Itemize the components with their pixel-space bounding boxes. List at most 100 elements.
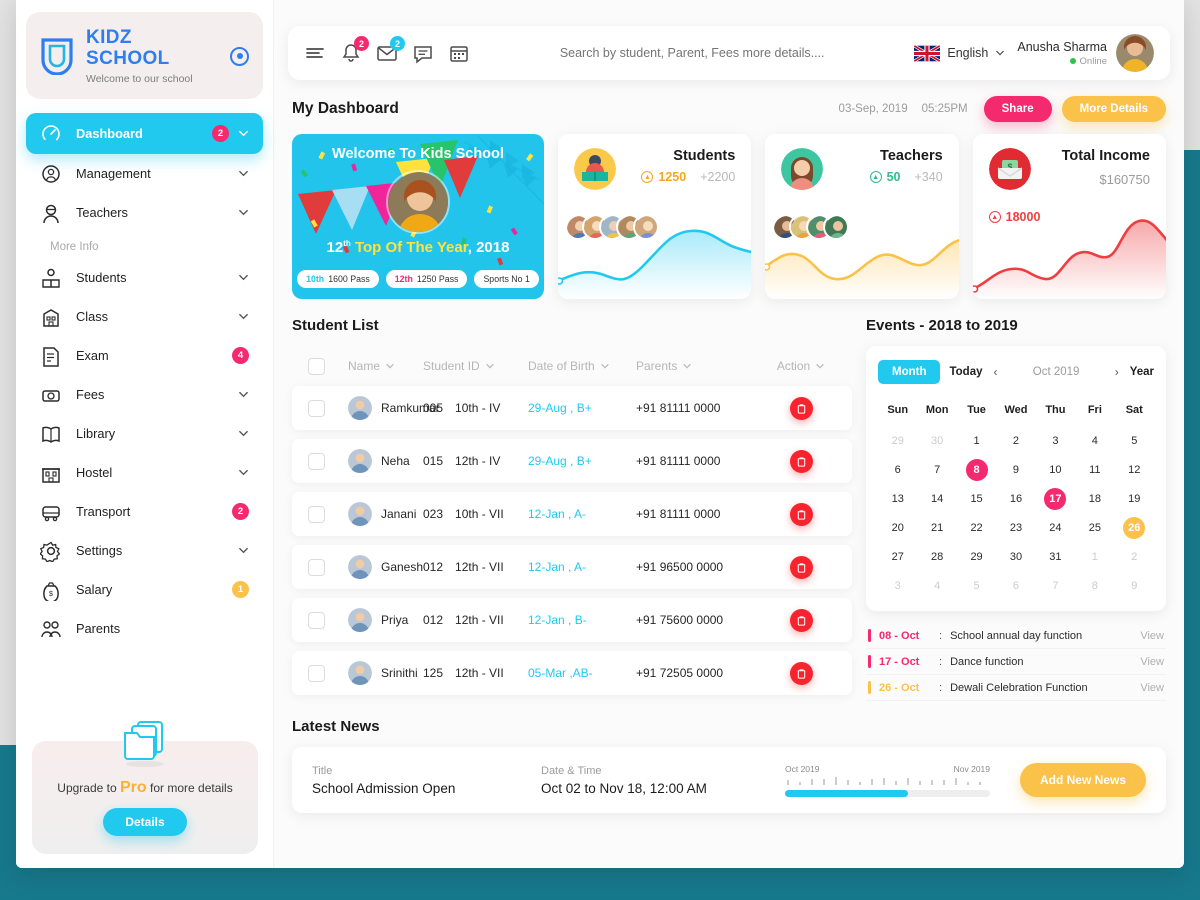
sidebar-item-exam[interactable]: Exam 4 <box>26 337 263 375</box>
delete-button[interactable] <box>789 449 813 473</box>
calendar-day[interactable]: 12 <box>1115 456 1154 483</box>
calendar-next-button[interactable]: › <box>1113 365 1121 379</box>
sidebar-item-class[interactable]: Class <box>26 298 263 336</box>
calendar-day[interactable]: 17 <box>1036 485 1075 512</box>
sidebar-item-management[interactable]: Management <box>26 155 263 193</box>
calendar-day[interactable]: 13 <box>878 485 917 512</box>
bell-icon[interactable]: 2 <box>340 36 369 64</box>
sidebar-item-dashboard[interactable]: Dashboard 2 <box>26 112 263 154</box>
table-row[interactable]: Ganesh 012 12th - VII 12-Jan , A- +91 96500 … <box>292 545 852 589</box>
calendar-day[interactable]: 25 <box>1075 514 1114 541</box>
event-view-link[interactable]: View <box>1140 682 1164 694</box>
sidebar-item-parents[interactable]: Parents <box>26 610 263 648</box>
calendar-today-button[interactable]: Today <box>949 366 982 378</box>
calendar-day[interactable]: 24 <box>1036 514 1075 541</box>
row-checkbox[interactable] <box>308 452 325 470</box>
sidebar-item-transport[interactable]: Transport 2 <box>26 493 263 531</box>
table-row[interactable]: Srinithi 125 12th - VII 05-Mar ,AB- +91 7250… <box>292 651 852 695</box>
add-new-news-button[interactable]: Add New News <box>1019 763 1146 797</box>
promo-details-button[interactable]: Details <box>103 808 187 836</box>
calendar-day[interactable]: 7 <box>1036 572 1075 599</box>
calendar-day[interactable]: 29 <box>957 543 996 570</box>
event-view-link[interactable]: View <box>1140 630 1164 642</box>
total-income-card[interactable]: $ Total Income $160750 ▲ 18000 <box>972 134 1166 299</box>
calendar-day[interactable]: 16 <box>996 485 1035 512</box>
calendar-day[interactable]: 23 <box>996 514 1035 541</box>
calendar-day[interactable]: 21 <box>917 514 956 541</box>
select-all-checkbox[interactable] <box>308 357 325 375</box>
delete-button[interactable] <box>789 396 813 420</box>
column-header-action[interactable]: Action <box>766 359 836 373</box>
row-checkbox[interactable] <box>308 611 325 629</box>
calendar-day[interactable]: 4 <box>917 572 956 599</box>
calendar-day[interactable]: 28 <box>917 543 956 570</box>
calendar-day[interactable]: 1 <box>1075 543 1114 570</box>
timeline-track[interactable] <box>785 789 990 797</box>
calendar-year-button[interactable]: Year <box>1130 366 1154 378</box>
calendar-day[interactable]: 2 <box>1115 543 1154 570</box>
calendar-day[interactable]: 11 <box>1075 456 1114 483</box>
calendar-day[interactable]: 3 <box>1036 427 1075 454</box>
calendar-day[interactable]: 3 <box>878 572 917 599</box>
calendar-day[interactable]: 31 <box>1036 543 1075 570</box>
table-row[interactable]: Janani 023 10th - VII 12-Jan , A- +91 81111 … <box>292 492 852 536</box>
more-details-button[interactable]: More Details <box>1061 96 1166 122</box>
column-header-name[interactable]: Name <box>348 359 423 373</box>
column-header-date-of-birth[interactable]: Date of Birth <box>528 359 636 373</box>
search-input[interactable] <box>482 46 903 60</box>
share-button[interactable]: Share <box>983 96 1052 122</box>
calendar-day[interactable]: 1 <box>957 427 996 454</box>
calendar-icon[interactable] <box>448 42 470 64</box>
calendar-day[interactable]: 10 <box>1036 456 1075 483</box>
table-row[interactable]: Priya 012 12th - VII 12-Jan , B- +91 75600 0… <box>292 598 852 642</box>
event-view-link[interactable]: View <box>1140 656 1164 668</box>
students-stat-card[interactable]: Students ▲ 1250 +2200 <box>558 134 752 299</box>
row-checkbox[interactable] <box>308 505 325 523</box>
calendar-day[interactable]: 30 <box>996 543 1035 570</box>
column-header-parents[interactable]: Parents <box>636 359 766 373</box>
chat-icon[interactable] <box>412 42 434 64</box>
calendar-day[interactable]: 20 <box>878 514 917 541</box>
calendar-day[interactable]: 9 <box>1115 572 1154 599</box>
calendar-day[interactable]: 27 <box>878 543 917 570</box>
delete-button[interactable] <box>789 555 813 579</box>
calendar-day[interactable]: 26 <box>1115 514 1154 541</box>
calendar-day[interactable]: 8 <box>957 456 996 483</box>
calendar-day[interactable]: 7 <box>917 456 956 483</box>
sidebar-item-students[interactable]: Students <box>26 259 263 297</box>
sidebar-item-hostel[interactable]: Hostel <box>26 454 263 492</box>
calendar-day[interactable]: 2 <box>996 427 1035 454</box>
calendar-day[interactable]: 6 <box>996 572 1035 599</box>
delete-button[interactable] <box>789 608 813 632</box>
row-checkbox[interactable] <box>308 558 325 576</box>
teachers-stat-card[interactable]: Teachers ▲ 50 +340 <box>765 134 959 299</box>
welcome-banner-card[interactable]: Welcome To Kids School 12th Top Of The Y… <box>292 134 544 299</box>
calendar-day[interactable]: 5 <box>1115 427 1154 454</box>
row-checkbox[interactable] <box>308 399 325 417</box>
sidebar-item-fees[interactable]: Fees <box>26 376 263 414</box>
table-row[interactable]: Ramkumar 005 10th - IV 29-Aug , B+ +91 81111… <box>292 386 852 430</box>
calendar-day[interactable]: 30 <box>917 427 956 454</box>
sidebar-item-teachers[interactable]: Teachers <box>26 194 263 232</box>
calendar-day[interactable]: 18 <box>1075 485 1114 512</box>
language-selector[interactable]: English <box>914 44 1005 62</box>
calendar-day[interactable]: 5 <box>957 572 996 599</box>
calendar-day[interactable]: 8 <box>1075 572 1114 599</box>
delete-button[interactable] <box>789 502 813 526</box>
calendar-day[interactable]: 6 <box>878 456 917 483</box>
calendar-day[interactable]: 22 <box>957 514 996 541</box>
table-row[interactable]: Neha 015 12th - IV 29-Aug , B+ +91 81111 000… <box>292 439 852 483</box>
row-checkbox[interactable] <box>308 664 325 682</box>
calendar-prev-button[interactable]: ‹ <box>992 365 1000 379</box>
calendar-day[interactable]: 14 <box>917 485 956 512</box>
user-menu[interactable]: Anusha Sharma Online <box>1017 34 1154 72</box>
calendar-day[interactable]: 29 <box>878 427 917 454</box>
calendar-day[interactable]: 9 <box>996 456 1035 483</box>
calendar-day[interactable]: 4 <box>1075 427 1114 454</box>
hamburger-menu-icon[interactable] <box>304 42 326 64</box>
target-icon[interactable] <box>230 46 249 66</box>
calendar-day[interactable]: 15 <box>957 485 996 512</box>
column-header-student-id[interactable]: Student ID <box>423 359 528 373</box>
envelope-icon[interactable]: 2 <box>376 36 405 64</box>
calendar-month-button[interactable]: Month <box>878 360 941 384</box>
